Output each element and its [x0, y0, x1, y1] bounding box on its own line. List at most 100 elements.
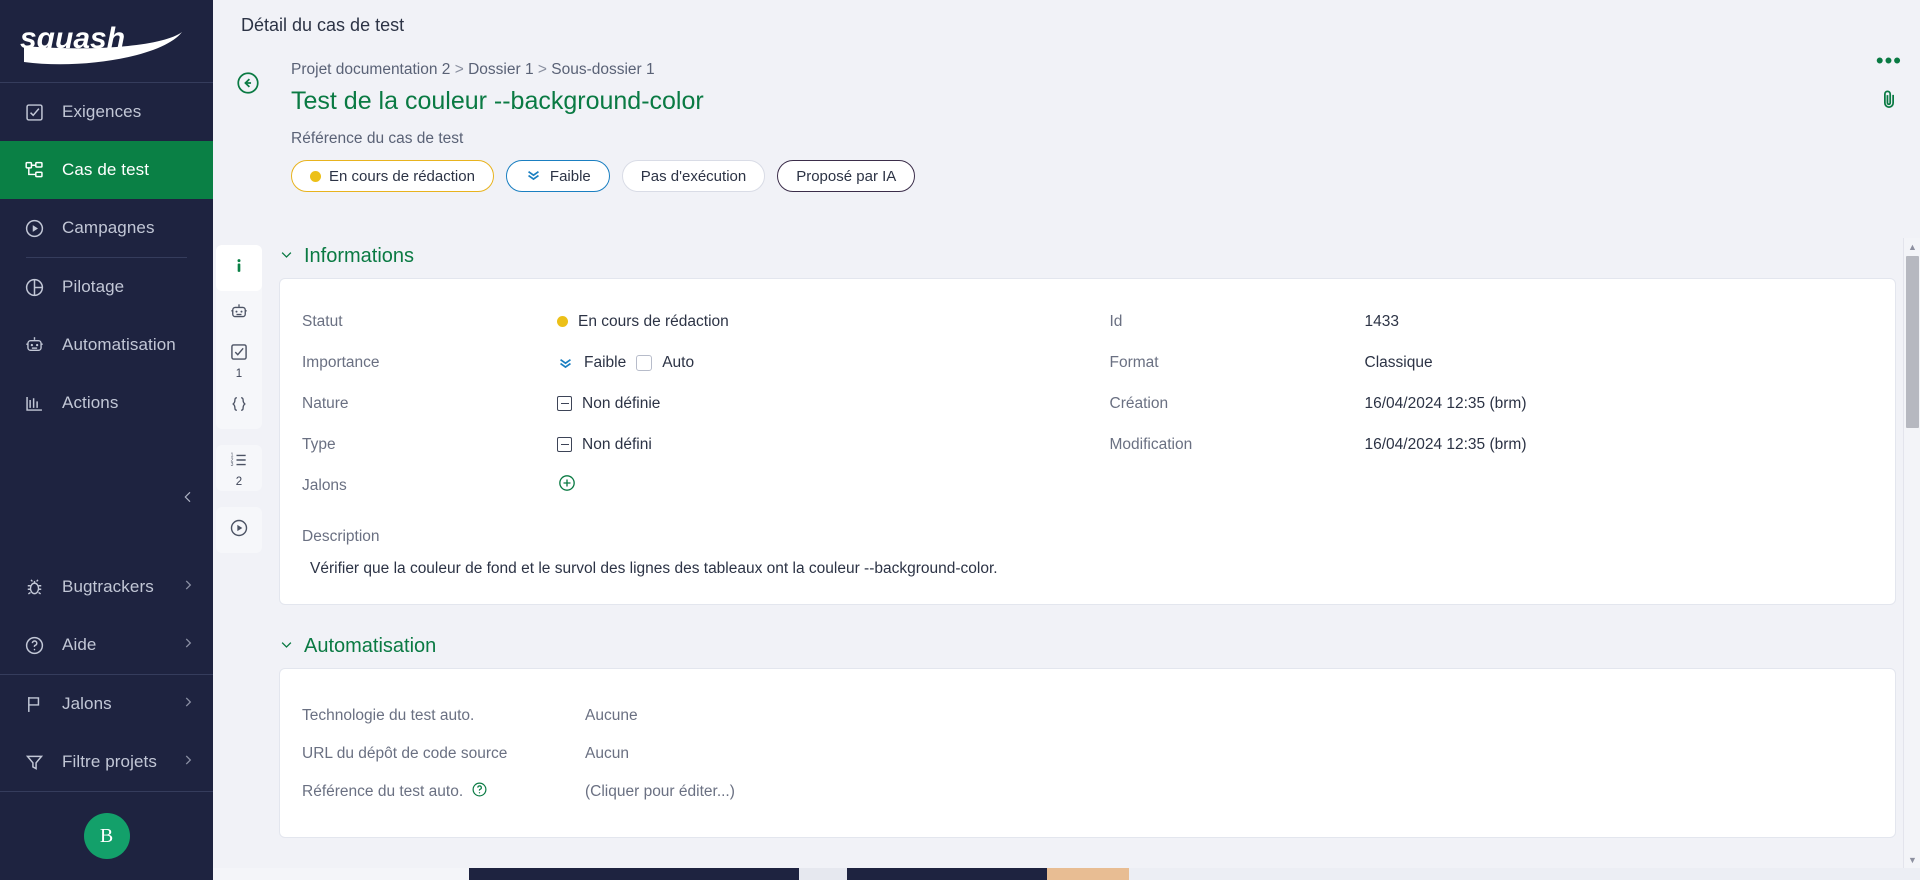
ia-chip-label: Proposé par IA: [796, 168, 896, 185]
info-value: 16/04/2024 12:35 (brm): [1365, 436, 1527, 454]
back-button[interactable]: [235, 70, 261, 96]
info-value: 1433: [1365, 313, 1399, 331]
scroll-up-arrow[interactable]: ▲: [1904, 238, 1920, 255]
info-value-wrap[interactable]: Non défini: [557, 436, 652, 454]
informations-section-header[interactable]: Informations: [279, 245, 1896, 268]
ia-chip[interactable]: Proposé par IA: [777, 160, 915, 192]
info-value-wrap[interactable]: Faible Auto: [557, 354, 694, 372]
sidebar-item-campagnes[interactable]: Campagnes: [0, 199, 213, 257]
tab-etapes[interactable]: 1 2 3 2: [216, 445, 262, 491]
hscroll-segment-right: [1129, 868, 1920, 880]
sidebar-item-label: Pilotage: [62, 277, 124, 297]
informations-section-label: Informations: [304, 245, 414, 268]
test-case-title: Test de la couleur --background-color: [291, 84, 1920, 118]
sidebar-item-bugtrackers[interactable]: Bugtrackers: [0, 558, 213, 616]
bank-columns-icon: [24, 393, 54, 414]
tab-parametres[interactable]: [216, 383, 262, 429]
vertical-scrollbar-thumb[interactable]: [1906, 256, 1919, 428]
sidebar: squash Exigences Cas de test: [0, 0, 213, 880]
double-chevron-down-icon: [557, 354, 574, 371]
status-chip[interactable]: En cours de rédaction: [291, 160, 494, 192]
auto-row-technologie: Technologie du test auto. Aucune: [280, 697, 1895, 735]
vertical-scrollbar[interactable]: ▲ ▼: [1903, 238, 1920, 868]
info-value-wrap[interactable]: Non définie: [557, 395, 660, 413]
paperclip-icon[interactable]: [1876, 86, 1902, 112]
tab-information[interactable]: [216, 245, 262, 291]
play-circle-icon: [24, 218, 54, 239]
auto-row-url-depot: URL du dépôt de code source Aucun: [280, 735, 1895, 773]
hscroll-segment-mid: [847, 868, 1047, 880]
tab-automatisation[interactable]: [216, 291, 262, 337]
info-value-wrap: [557, 473, 577, 498]
question-circle-icon[interactable]: [471, 781, 488, 803]
auto-checkbox[interactable]: [636, 355, 652, 371]
avatar[interactable]: B: [84, 813, 130, 859]
status-dot-icon: [310, 171, 321, 182]
auto-value[interactable]: Aucun: [585, 745, 629, 763]
info-value: En cours de rédaction: [578, 313, 729, 331]
sidebar-item-label: Jalons: [62, 694, 112, 714]
scroll-down-arrow[interactable]: ▼: [1904, 851, 1920, 868]
info-value: Non défini: [582, 436, 652, 454]
info-value: Faible: [584, 354, 626, 372]
chevron-down-icon[interactable]: [279, 247, 294, 266]
header-block: Projet documentation 2 > Dossier 1 > Sou…: [213, 50, 1920, 192]
chevron-right-icon: [181, 635, 195, 655]
status-chip-row: En cours de rédaction Faible Pas d'exécu…: [291, 160, 1920, 192]
tab-executions[interactable]: [216, 507, 262, 553]
svg-text:3: 3: [231, 462, 234, 468]
brand-logo[interactable]: squash: [0, 0, 213, 82]
checkbox-square-icon: [229, 342, 249, 367]
info-value: Non définie: [582, 395, 660, 413]
automatisation-section-label: Automatisation: [304, 635, 436, 658]
sidebar-item-automatisation[interactable]: Automatisation: [0, 316, 213, 374]
hscroll-segment-gap: [799, 868, 847, 880]
tab-exigences[interactable]: 1: [216, 337, 262, 383]
sidebar-item-jalons[interactable]: Jalons: [0, 675, 213, 733]
ellipsis-icon[interactable]: •••: [1876, 54, 1902, 68]
header-actions: •••: [1876, 54, 1902, 112]
sidebar-item-aide[interactable]: Aide: [0, 616, 213, 674]
status-chip-label: En cours de rédaction: [329, 168, 475, 185]
sidebar-collapse-button[interactable]: [175, 486, 201, 512]
breadcrumb-item-project[interactable]: Projet documentation 2: [291, 61, 450, 78]
checkbox-square-icon: [24, 102, 54, 123]
info-key: Nature: [302, 395, 557, 413]
breadcrumb-item-folder[interactable]: Dossier 1: [468, 61, 533, 78]
curly-braces-icon: [229, 394, 249, 419]
horizontal-scrollbar-thumb[interactable]: [469, 868, 799, 880]
info-row-format: Format Classique: [1110, 342, 1896, 383]
automatisation-section-header[interactable]: Automatisation: [279, 635, 1896, 658]
info-row-creation: Création 16/04/2024 12:35 (brm): [1110, 383, 1896, 424]
auto-value[interactable]: Aucune: [585, 707, 638, 725]
funnel-filter-icon: [24, 752, 54, 773]
sidebar-item-cas-de-test[interactable]: Cas de test: [0, 141, 213, 199]
sidebar-item-exigences[interactable]: Exigences: [0, 83, 213, 141]
importance-chip[interactable]: Faible: [506, 160, 610, 192]
plus-circle-icon[interactable]: [557, 473, 577, 498]
breadcrumb-item-subfolder[interactable]: Sous-dossier 1: [551, 61, 654, 78]
sidebar-item-pilotage[interactable]: Pilotage: [0, 258, 213, 316]
sidebar-item-actions[interactable]: Actions: [0, 374, 213, 432]
horizontal-scrollbar[interactable]: [213, 868, 1920, 880]
chevron-down-icon[interactable]: [279, 637, 294, 656]
test-case-tree-icon: [24, 160, 54, 181]
info-value-wrap[interactable]: En cours de rédaction: [557, 313, 729, 331]
minus-square-icon: [557, 396, 572, 411]
sidebar-item-label: Exigences: [62, 102, 141, 122]
brand-name: squash: [20, 22, 125, 55]
tab-exigences-badge: 1: [236, 369, 242, 379]
execution-chip[interactable]: Pas d'exécution: [622, 160, 765, 192]
sidebar-item-filtre-projets[interactable]: Filtre projets: [0, 733, 213, 791]
user-avatar-row[interactable]: B: [0, 792, 213, 880]
informations-right-column: Id 1433 Format Classique Création 16/04/…: [1088, 301, 1896, 506]
auto-value[interactable]: (Cliquer pour éditer...): [585, 783, 735, 801]
chevron-right-icon: [181, 694, 195, 714]
informations-card: Statut En cours de rédaction Importance: [279, 278, 1896, 605]
sidebar-item-label: Bugtrackers: [62, 577, 154, 597]
info-value: 16/04/2024 12:35 (brm): [1365, 395, 1527, 413]
description-text[interactable]: Vérifier que la couleur de fond et le su…: [280, 546, 1895, 604]
automatisation-card: Technologie du test auto. Aucune URL du …: [279, 668, 1896, 838]
tab-rail-group-exec: [216, 507, 262, 553]
auto-key-wrap: Référence du test auto.: [302, 781, 585, 803]
